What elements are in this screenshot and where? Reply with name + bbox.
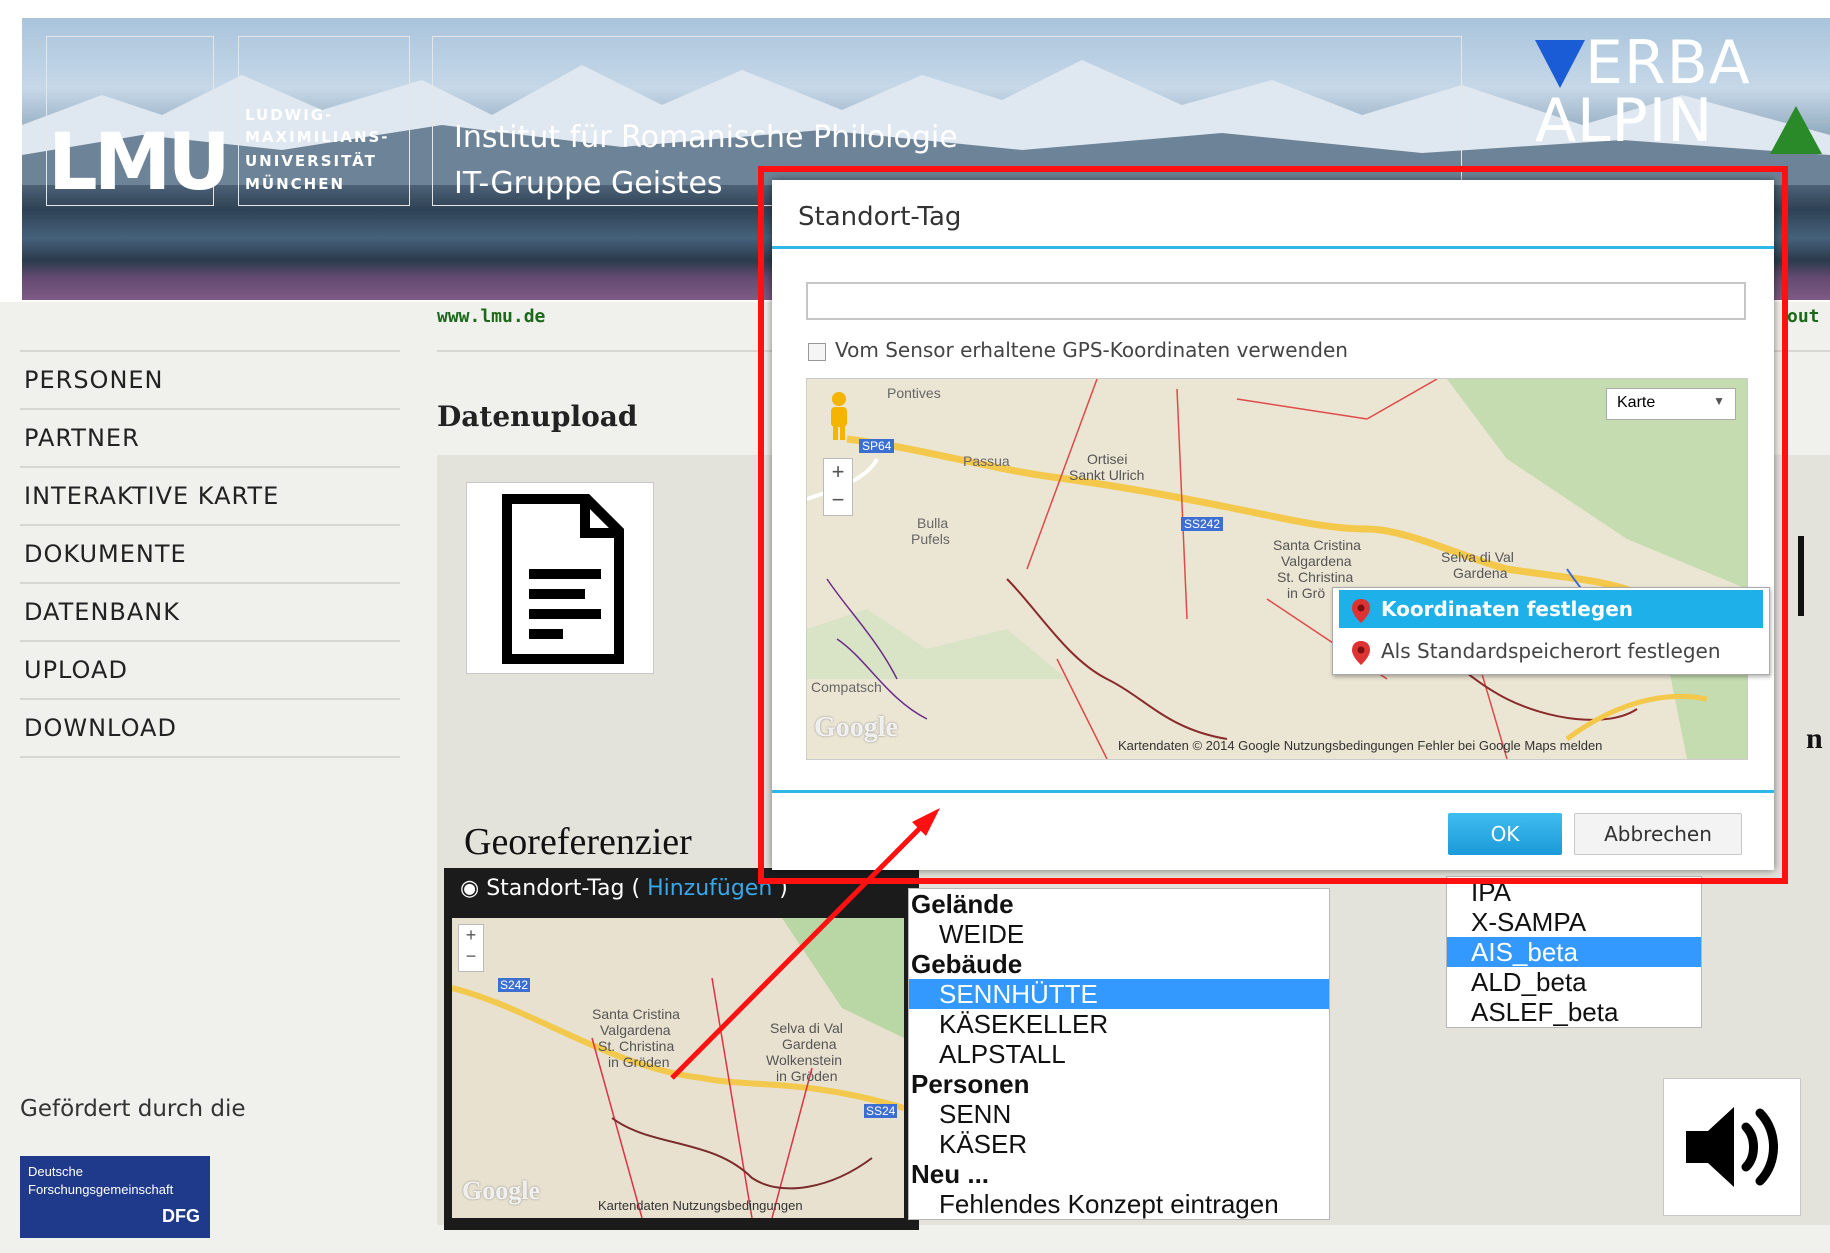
sidebar-divider [20, 756, 400, 759]
map-place-label: Wolkenstein [766, 1052, 843, 1068]
location-pin-icon: ◉ [460, 876, 480, 901]
speaker-icon [1686, 1107, 1778, 1187]
concept-option[interactable]: Fehlendes Konzept eintragen [909, 1189, 1329, 1219]
dfg-logo-abbrev: DFG [162, 1206, 200, 1226]
map-place-label: Gardena [782, 1036, 837, 1052]
concept-option[interactable]: ALPSTALL [909, 1039, 1329, 1069]
road-label: SS24 [864, 1104, 898, 1118]
verba-logo-line2: ALPIN [1535, 86, 1714, 156]
university-name-line: LUDWIG- [245, 106, 334, 124]
lmu-logo[interactable]: LMU [48, 118, 231, 208]
small-map-attribution[interactable]: Kartendaten Nutzungsbedingungen [598, 1198, 803, 1213]
page-title: Datenupload [437, 400, 638, 433]
transcription-option[interactable]: ASLEF_beta [1447, 997, 1701, 1027]
university-name-line: UNIVERSITÄT [245, 152, 377, 170]
about-link[interactable]: out [1787, 306, 1820, 327]
map-place-label: Selva di Val [770, 1020, 843, 1036]
transcription-listbox[interactable]: IPA X-SAMPA AIS_beta ALD_beta ASLEF_beta [1446, 876, 1702, 1028]
concept-group: Gelände [911, 889, 1014, 919]
sidebar-item-dokumente[interactable]: DOKUMENTE [20, 524, 400, 582]
lmu-website-link[interactable]: www.lmu.de [437, 306, 545, 327]
concept-option[interactable]: SENN [909, 1099, 1329, 1129]
sidebar-nav: PERSONEN PARTNER INTERAKTIVE KARTE DOKUM… [20, 350, 400, 759]
sidebar-item-download[interactable]: DOWNLOAD [20, 698, 400, 756]
dfg-logo-line: Deutsche [28, 1164, 83, 1179]
map-place-label: in Gröden [776, 1068, 838, 1084]
sidebar-item-personen[interactable]: PERSONEN [20, 350, 400, 408]
small-zoom-out-button[interactable]: − [459, 946, 483, 967]
panel-edge-fragment [1798, 536, 1804, 616]
institute-subname: IT-Gruppe Geistes [454, 166, 723, 201]
location-tag-header: ◉ Standort-Tag ( Hinzufügen ) [460, 876, 788, 901]
small-map-zoom[interactable]: + − [458, 924, 484, 972]
concept-listbox[interactable]: Gelände WEIDE Gebäude SENNHÜTTE KÄSEKELL… [908, 888, 1330, 1220]
institute-name: Institut für Romanische Philologie [454, 120, 958, 155]
transcription-option-selected[interactable]: AIS_beta [1447, 937, 1701, 967]
sidebar-item-partner[interactable]: PARTNER [20, 408, 400, 466]
google-logo: Google [462, 1176, 540, 1205]
concept-group: Personen [911, 1069, 1030, 1099]
small-zoom-in-button[interactable]: + [459, 925, 483, 946]
transcription-option[interactable]: X-SAMPA [1447, 907, 1701, 937]
university-name-line: MÜNCHEN [245, 175, 346, 193]
small-map[interactable]: + − S242 SS24 Santa Cristina Valgardena … [452, 918, 904, 1218]
document-icon [502, 494, 624, 664]
university-name-line: MAXIMILIANS- [245, 128, 390, 146]
map-place-label: Valgardena [600, 1022, 671, 1038]
audio-record-button[interactable] [1663, 1078, 1801, 1216]
concept-option[interactable]: KÄSEKELLER [909, 1009, 1329, 1039]
sidebar-item-datenbank[interactable]: DATENBANK [20, 582, 400, 640]
document-upload-button[interactable] [466, 482, 654, 674]
concept-option-selected[interactable]: SENNHÜTTE [909, 979, 1329, 1009]
concept-group: Neu ... [911, 1159, 990, 1189]
georeference-label: Georeferenzier [464, 821, 692, 863]
funding-label: Gefördert durch die [20, 1096, 246, 1122]
dfg-logo[interactable]: Deutsche Forschungsgemeinschaft DFG [20, 1156, 210, 1238]
map-place-label: Santa Cristina [592, 1006, 680, 1022]
heading-fragment: n [1806, 722, 1823, 755]
sidebar-item-upload[interactable]: UPLOAD [20, 640, 400, 698]
concept-option[interactable]: WEIDE [909, 919, 1329, 949]
map-place-label: in Gröden [608, 1054, 670, 1070]
map-place-label: St. Christina [598, 1038, 675, 1054]
sidebar-item-interaktive-karte[interactable]: INTERAKTIVE KARTE [20, 466, 400, 524]
dfg-logo-line: Forschungsgemeinschaft [28, 1182, 174, 1197]
concept-option[interactable]: KÄSER [909, 1129, 1329, 1159]
concept-group: Gebäude [911, 949, 1023, 979]
transcription-option[interactable]: ALD_beta [1447, 967, 1701, 997]
verba-alpina-logo[interactable]: ERBA ALPIN [1535, 28, 1830, 180]
location-tag-label: Standort-Tag ( [486, 876, 641, 901]
alpina-a-triangle-icon [1770, 106, 1822, 154]
road-label: S242 [498, 978, 531, 992]
add-location-link[interactable]: Hinzufügen [647, 876, 772, 901]
highlight-frame [758, 166, 1788, 884]
